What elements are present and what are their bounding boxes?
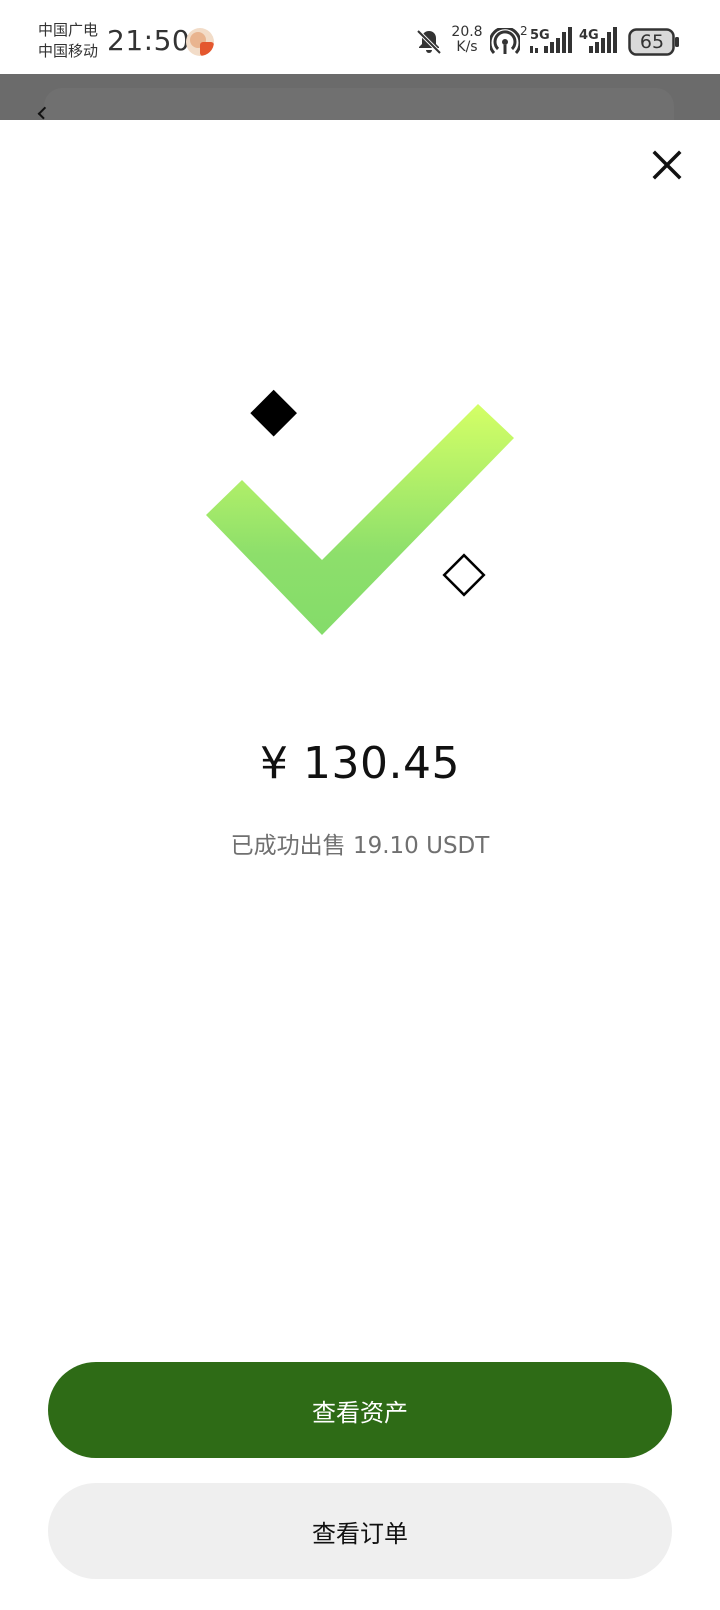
battery-level: 65 — [639, 31, 665, 53]
hotspot-icon — [490, 28, 520, 55]
network-speed-value: 20.8 — [451, 24, 483, 40]
diamond-filled-icon — [250, 389, 297, 437]
carrier-info: 中国广电 中国移动 — [38, 20, 98, 62]
close-icon[interactable] — [646, 144, 688, 186]
screen: 中国广电 中国移动 21:50 20.8 K/s 2 5G 4G 65 ¥ 13… — [0, 0, 720, 1610]
status-bar: 中国广电 中国移动 21:50 20.8 K/s 2 5G 4G 65 — [0, 0, 720, 74]
network-speed-unit: K/s — [456, 39, 478, 55]
hotspot-count: 2 — [520, 24, 528, 38]
diamond-outline-icon — [442, 553, 486, 597]
notification-app-icon — [186, 28, 214, 56]
carrier-2: 中国移动 — [38, 42, 99, 60]
carrier-1: 中国广电 — [38, 21, 99, 39]
network-4g-label: 4G — [579, 28, 599, 43]
sale-message: 已成功出售 19.10 USDT — [230, 833, 490, 859]
network-5g-label: 5G — [530, 28, 550, 43]
signal-5g-icon: 5G — [530, 27, 572, 53]
signal-4g-icon: 4G — [579, 27, 617, 53]
network-speed: 20.8 K/s — [450, 25, 484, 55]
view-assets-button[interactable]: 查看资产 — [48, 1362, 672, 1458]
status-time: 21:50 — [107, 24, 191, 57]
sale-amount: ¥ 130.45 — [260, 738, 460, 789]
success-checkmark-icon — [206, 389, 514, 635]
bell-muted-icon — [416, 29, 442, 55]
view-orders-button[interactable]: 查看订单 — [48, 1483, 672, 1579]
